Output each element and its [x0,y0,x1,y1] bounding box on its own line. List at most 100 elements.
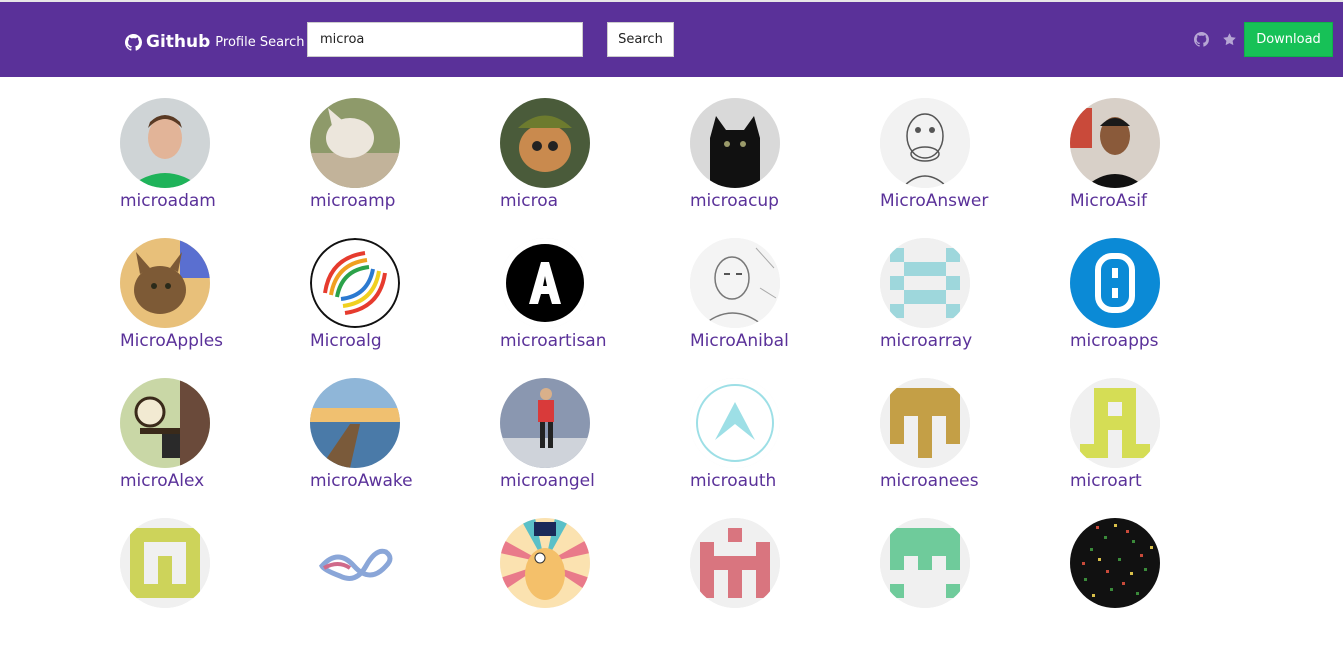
identicon-icon [690,518,780,608]
avatar[interactable] [500,238,590,328]
avatar[interactable] [880,378,970,468]
user-card[interactable] [310,518,500,658]
user-card[interactable] [120,518,310,658]
user-card[interactable]: microart [1070,378,1260,518]
user-card[interactable] [500,518,690,658]
user-card[interactable] [690,518,880,658]
avatar-photo-icon [500,238,590,328]
user-card[interactable] [1070,518,1260,658]
avatar-photo-icon [500,378,590,468]
avatar[interactable] [880,98,970,188]
avatar-photo-icon [880,98,970,188]
avatar-photo-icon [1070,98,1160,188]
user-card[interactable]: MicroAnibal [690,238,880,378]
github-logo-icon [125,33,142,51]
user-card[interactable]: microarray [880,238,1070,378]
avatar[interactable] [310,518,400,608]
avatar[interactable] [310,98,400,188]
user-card[interactable]: microauth [690,378,880,518]
user-card[interactable]: microadam [120,98,310,238]
search-input[interactable] [307,22,583,57]
avatar[interactable] [120,238,210,328]
avatar-photo-icon [500,98,590,188]
avatar-photo-icon [310,378,400,468]
identicon-icon [120,518,210,608]
avatar[interactable] [310,238,400,328]
username-link[interactable]: microadam [120,190,310,212]
identicon-icon [1070,378,1160,468]
user-card[interactable]: MicroApples [120,238,310,378]
user-grid: microadam microamp microa microacup Micr… [120,98,1260,658]
avatar-photo-icon [690,238,780,328]
github-icon[interactable] [1194,32,1209,47]
avatar[interactable] [690,238,780,328]
avatar[interactable] [690,378,780,468]
user-card[interactable]: microartisan [500,238,690,378]
username-link[interactable]: MicroAsif [1070,190,1260,212]
avatar[interactable] [120,518,210,608]
avatar-logo-icon [1070,238,1160,328]
avatar[interactable] [1070,238,1160,328]
avatar[interactable] [880,238,970,328]
avatar-photo-icon [120,378,210,468]
username-link[interactable]: MicroAnibal [690,330,880,352]
username-link[interactable]: Microalg [310,330,500,352]
username-link[interactable]: microamp [310,190,500,212]
username-link[interactable]: microAlex [120,470,310,492]
avatar[interactable] [120,98,210,188]
avatar[interactable] [1070,518,1160,608]
brand[interactable]: Github Profile Search [125,31,305,53]
avatar[interactable] [690,518,780,608]
user-card[interactable]: MicroAnswer [880,98,1070,238]
user-card[interactable]: microanees [880,378,1070,518]
user-card[interactable]: microAwake [310,378,500,518]
username-link[interactable]: microart [1070,470,1260,492]
username-link[interactable]: microarray [880,330,1070,352]
username-link[interactable]: microa [500,190,690,212]
identicon-icon [880,238,970,328]
download-button[interactable]: Download [1244,22,1333,57]
user-card[interactable]: microacup [690,98,880,238]
user-card[interactable] [880,518,1070,658]
avatar-logo-icon [690,378,780,468]
avatar-photo-icon [120,238,210,328]
avatar-photo-icon [690,98,780,188]
username-link[interactable]: MicroApples [120,330,310,352]
avatar-logo-icon [310,518,400,608]
user-card[interactable]: microAlex [120,378,310,518]
identicon-icon [880,518,970,608]
user-card[interactable]: Microalg [310,238,500,378]
username-link[interactable]: microauth [690,470,880,492]
avatar[interactable] [500,98,590,188]
user-card[interactable]: microangel [500,378,690,518]
identicon-icon [880,378,970,468]
avatar[interactable] [310,378,400,468]
username-link[interactable]: MicroAnswer [880,190,1070,212]
avatar[interactable] [690,98,780,188]
user-card[interactable]: microa [500,98,690,238]
avatar[interactable] [1070,98,1160,188]
avatar[interactable] [1070,378,1160,468]
navbar: Github Profile Search Search Download [0,2,1343,77]
avatar-illustration-icon [500,518,590,608]
user-card[interactable]: microamp [310,98,500,238]
avatar-photo-icon [310,98,400,188]
username-link[interactable]: microacup [690,190,880,212]
username-link[interactable]: microAwake [310,470,500,492]
avatar[interactable] [880,518,970,608]
search-button[interactable]: Search [607,22,674,57]
brand-subtitle: Profile Search [215,34,305,50]
username-link[interactable]: microangel [500,470,690,492]
user-card[interactable]: microapps [1070,238,1260,378]
star-icon[interactable] [1222,32,1237,47]
avatar-pattern-icon [1070,518,1160,608]
avatar[interactable] [120,378,210,468]
avatar-photo-icon [120,98,210,188]
username-link[interactable]: microanees [880,470,1070,492]
username-link[interactable]: microapps [1070,330,1260,352]
avatar-photo-icon [310,238,400,328]
avatar[interactable] [500,378,590,468]
avatar[interactable] [500,518,590,608]
username-link[interactable]: microartisan [500,330,690,352]
user-card[interactable]: MicroAsif [1070,98,1260,238]
